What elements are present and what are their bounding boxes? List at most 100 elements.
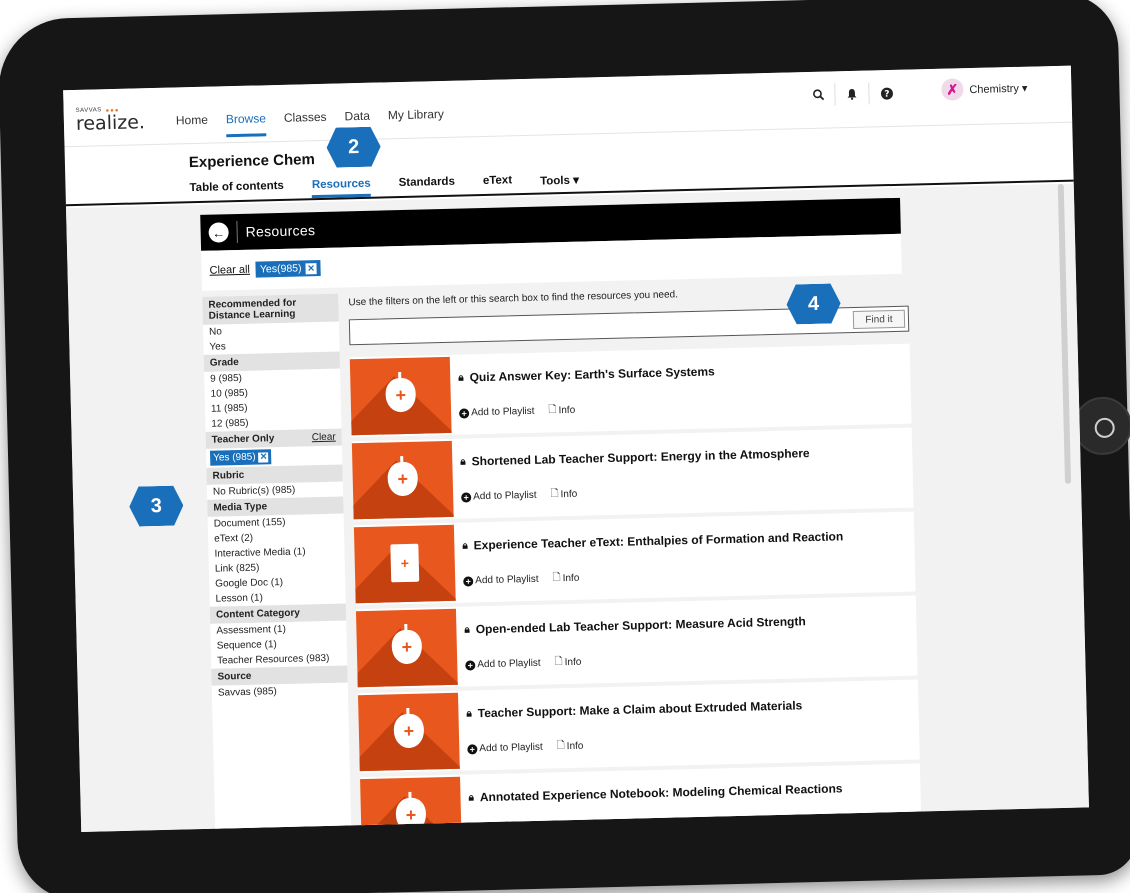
resource-thumbnail[interactable]: + — [355, 608, 458, 688]
nav-browse[interactable]: Browse — [225, 111, 267, 138]
result-card[interactable]: + 🔒︎ Experience Teacher eText: Enthalpie… — [353, 511, 916, 606]
document-icon: 🗋 — [552, 572, 561, 584]
add-to-playlist-label: Add to Playlist — [479, 741, 543, 755]
add-to-playlist-label: Add to Playlist — [481, 825, 545, 833]
tab-tools[interactable]: Tools ▾ — [540, 173, 579, 193]
applied-filter-chip[interactable]: Yes(985) ✕ — [255, 259, 321, 278]
lock-icon: 🔒︎ — [464, 623, 470, 636]
remove-filter-icon[interactable]: ✕ — [305, 262, 317, 274]
realize-logo[interactable]: SAVVAS ●●● realize. — [76, 106, 146, 135]
add-to-playlist-button[interactable]: +Add to Playlist — [459, 403, 535, 422]
tab-table-of-contents[interactable]: Table of contents — [189, 180, 284, 201]
plus-circle-icon: + — [461, 491, 472, 503]
plus-circle-icon: + — [469, 827, 480, 833]
info-button[interactable]: 🗋 Info — [559, 822, 586, 832]
bell-icon[interactable] — [835, 82, 870, 106]
tab-standards[interactable]: Standards — [399, 176, 456, 196]
teacher-only-selected-chip[interactable]: Yes (985) ✕ — [209, 449, 272, 466]
result-actions: +Add to Playlist 🗋Info — [465, 654, 582, 674]
resources-heading: Resources — [245, 222, 316, 240]
resource-thumbnail[interactable]: + — [360, 776, 462, 833]
add-to-playlist-label: Add to Playlist — [473, 489, 537, 503]
document-icon: 🗋 — [554, 656, 563, 668]
tab-etext[interactable]: eText — [483, 174, 513, 194]
book-icon: + — [390, 543, 420, 583]
help-icon[interactable]: ? — [869, 82, 904, 105]
document-icon: 🗋 — [548, 404, 557, 416]
info-label: Info — [566, 740, 584, 753]
info-label: Info — [560, 488, 578, 501]
result-actions: +Add to Playlist 🗋Info — [459, 402, 575, 422]
result-title[interactable]: 🔒︎ Shortened Lab Teacher Support: Energy… — [460, 446, 810, 469]
nav-classes[interactable]: Classes — [284, 110, 327, 136]
user-menu-label: Chemistry ▾ — [969, 82, 1028, 96]
info-label: Info — [568, 824, 586, 833]
filter-heading-distance-learning[interactable]: Recommended for Distance Learning — [202, 293, 339, 325]
info-button[interactable]: 🗋 Info — [548, 402, 575, 420]
filter-option[interactable]: Savvas (985) — [212, 682, 348, 700]
search-icon[interactable] — [801, 83, 836, 107]
add-to-playlist-label: Add to Playlist — [477, 657, 541, 671]
add-to-playlist-label: Add to Playlist — [475, 573, 539, 587]
lock-icon: 🔒︎ — [466, 707, 472, 720]
tab-resources[interactable]: Resources — [311, 177, 371, 199]
result-actions: +Add to Playlist 🗋Info — [469, 822, 586, 833]
resource-thumbnail[interactable]: + — [353, 524, 456, 604]
result-card[interactable]: + 🔒︎ Shortened Lab Teacher Support: Ener… — [351, 427, 914, 522]
result-card[interactable]: + 🔒︎ Annotated Experience Notebook: Mode… — [360, 763, 922, 833]
resource-thumbnail[interactable]: + — [351, 440, 454, 520]
result-card[interactable]: + 🔒︎ Quiz Answer Key: Earth's Surface Sy… — [349, 343, 912, 438]
nav-home[interactable]: Home — [176, 113, 209, 139]
page-title: Experience Chem — [188, 151, 316, 172]
back-arrow-icon[interactable]: ← — [208, 222, 229, 243]
result-title[interactable]: 🔒︎ Quiz Answer Key: Earth's Surface Syst… — [458, 364, 715, 384]
teacher-only-clear-link[interactable]: Clear — [312, 432, 336, 444]
info-label: Info — [562, 572, 580, 585]
add-to-playlist-button[interactable]: +Add to Playlist — [463, 571, 539, 590]
lock-icon: 🔒︎ — [458, 372, 464, 384]
result-title[interactable]: 🔒︎ Teacher Support: Make a Claim about E… — [466, 698, 802, 720]
logo-name: realize. — [75, 111, 146, 135]
apple-icon: + — [395, 791, 427, 833]
filter-heading-teacher-only-label[interactable]: Teacher Only — [212, 433, 275, 446]
applied-filter-chip-label: Yes(985) — [259, 262, 302, 276]
result-actions: +Add to Playlist 🗋Info — [463, 570, 579, 590]
result-actions: +Add to Playlist 🗋Info — [467, 738, 584, 758]
add-to-playlist-button[interactable]: +Add to Playlist — [461, 487, 537, 506]
info-label: Info — [564, 656, 582, 669]
results-list: + 🔒︎ Quiz Answer Key: Earth's Surface Sy… — [349, 343, 922, 833]
resource-thumbnail[interactable]: + — [358, 692, 460, 772]
add-to-playlist-button[interactable]: +Add to Playlist — [469, 823, 545, 833]
result-title-text: Annotated Experience Notebook: Modeling … — [479, 781, 843, 805]
clear-all-link[interactable]: Clear all — [209, 264, 250, 277]
resource-thumbnail[interactable]: + — [349, 356, 452, 436]
callout-badge-3: 3 — [129, 485, 184, 526]
info-button[interactable]: 🗋 Info — [550, 486, 577, 504]
svg-text:?: ? — [884, 89, 889, 99]
user-menu[interactable]: ✗ Chemistry ▾ — [941, 77, 1028, 101]
add-to-playlist-button[interactable]: +Add to Playlist — [465, 655, 541, 674]
result-card[interactable]: + 🔒︎ Open-ended Lab Teacher Support: Mea… — [355, 595, 918, 690]
info-button[interactable]: 🗋 Info — [552, 570, 579, 588]
result-title-text: Teacher Support: Make a Claim about Extr… — [477, 698, 803, 721]
find-it-button[interactable]: Find it — [852, 309, 906, 329]
lock-icon: 🔒︎ — [462, 539, 468, 552]
plus-circle-icon: + — [459, 407, 470, 419]
nav-my-library[interactable]: My Library — [388, 107, 445, 133]
divider — [236, 221, 238, 244]
add-to-playlist-button[interactable]: +Add to Playlist — [467, 739, 543, 758]
result-title[interactable]: 🔒︎ Experience Teacher eText: Enthalpies … — [462, 529, 843, 552]
app-screen: SAVVAS ●●● realize. Home Browse Classes … — [63, 65, 1089, 833]
result-title[interactable]: 🔒︎ Open-ended Lab Teacher Support: Measu… — [464, 614, 806, 636]
plus-circle-icon: + — [463, 575, 474, 587]
remove-filter-icon[interactable]: ✕ — [258, 451, 269, 463]
result-card[interactable]: + 🔒︎ Teacher Support: Make a Claim about… — [357, 679, 920, 774]
info-button[interactable]: 🗋 Info — [554, 654, 581, 672]
callout-badge-4: 4 — [786, 283, 841, 324]
scrollbar[interactable] — [1057, 183, 1072, 484]
result-title[interactable]: 🔒︎ Annotated Experience Notebook: Modeli… — [468, 781, 842, 804]
tablet-home-button[interactable] — [1072, 396, 1130, 456]
main-nav: Home Browse Classes Data My Library — [176, 107, 445, 139]
info-label: Info — [558, 404, 576, 417]
info-button[interactable]: 🗋 Info — [556, 738, 584, 756]
